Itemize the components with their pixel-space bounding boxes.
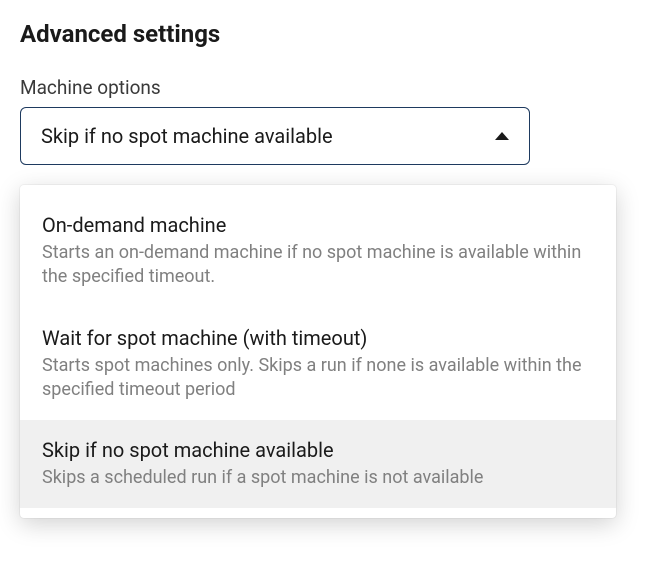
machine-option[interactable]: On-demand machine Starts an on-demand mac… bbox=[20, 195, 616, 308]
machine-option[interactable]: Skip if no spot machine available Skips a… bbox=[20, 420, 616, 508]
option-desc: Starts spot machines only. Skips a run i… bbox=[42, 354, 594, 403]
machine-option[interactable]: Wait for spot machine (with timeout) Star… bbox=[20, 308, 616, 421]
section-heading: Advanced settings bbox=[20, 20, 634, 48]
caret-up-icon bbox=[495, 132, 509, 140]
option-title: Skip if no spot machine available bbox=[42, 438, 594, 462]
field-label-machine-options: Machine options bbox=[20, 76, 634, 99]
option-desc: Starts an on-demand machine if no spot m… bbox=[42, 241, 594, 290]
machine-options-select[interactable]: Skip if no spot machine available bbox=[20, 107, 530, 165]
select-value: Skip if no spot machine available bbox=[41, 124, 333, 148]
option-desc: Skips a scheduled run if a spot machine … bbox=[42, 466, 594, 490]
machine-options-dropdown: On-demand machine Starts an on-demand mac… bbox=[20, 185, 616, 518]
option-title: On-demand machine bbox=[42, 213, 594, 237]
option-title: Wait for spot machine (with timeout) bbox=[42, 326, 594, 350]
